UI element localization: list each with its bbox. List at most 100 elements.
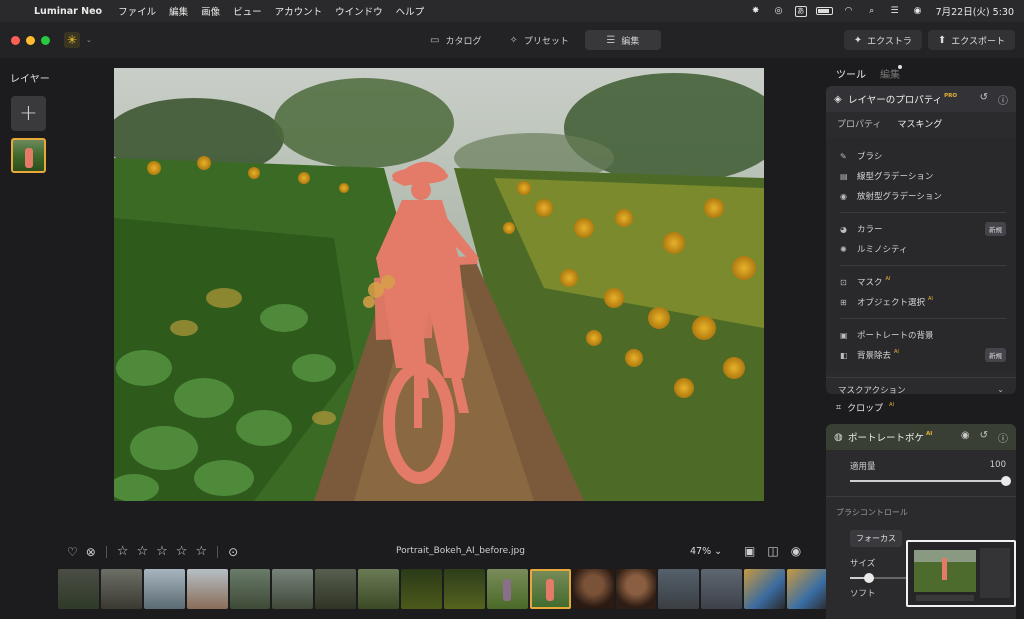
input-method-icon[interactable]: あ [794,5,807,17]
mask-portrait-background[interactable]: ▣ ポートレートの背景 [840,325,1006,345]
mask-object-label: オブジェクト選択 [857,298,926,308]
portrait-bokeh-title: ポートレートボケ [848,433,925,444]
rating-star-1-icon[interactable]: ☆ [117,544,129,559]
portrait-bokeh-header[interactable]: ◍ ポートレートボケ AI ◉ ↺ ⓘ [826,424,1016,450]
eye-preview-icon[interactable]: ◉ [791,544,801,558]
tab-presets[interactable]: ✧ プリセット [497,30,580,50]
mask-linear-gradient[interactable]: ▤ 線型グラデーション [840,166,1006,186]
chevron-down-icon[interactable]: ⌄ [86,36,92,44]
layer-properties-title: レイヤーのプロパティ [848,95,943,106]
mask-brush[interactable]: ✎ ブラシ [840,146,1006,166]
info-icon[interactable]: ⓘ [998,92,1008,107]
rating-star-2-icon[interactable]: ☆ [136,544,148,559]
crop-tool[interactable]: ⌗ クロップ AI [836,401,894,415]
crop-label: クロップ [847,404,884,414]
film-thumbnail[interactable] [58,569,99,609]
undo-icon[interactable]: ↺ [980,92,988,107]
luminar-logo-icon[interactable]: ✳ [64,32,80,48]
more-options-icon[interactable]: ⊙ [228,545,238,559]
menu-file[interactable]: ファイル [118,4,156,18]
film-thumbnail[interactable] [744,569,786,609]
rating-star-5-icon[interactable]: ☆ [195,544,207,559]
mask-radial-gradient[interactable]: ◉ 放射型グラデーション [840,186,1006,206]
mask-ai-mask[interactable]: ⊡ マスク AI [840,272,1006,292]
subtab-masking[interactable]: マスキング [897,117,942,130]
extras-button[interactable]: ✦ エクストラ [843,30,922,50]
luminar-status-icon[interactable]: ✸ [749,5,763,17]
mask-luminosity[interactable]: ✺ ルミノシティ [840,239,1006,259]
film-thumbnail[interactable] [572,569,614,609]
zoom-window-button[interactable] [41,35,50,45]
film-thumbnail[interactable] [615,569,657,609]
menu-app-name[interactable]: Luminar Neo [34,6,102,17]
filmstrip [58,569,829,611]
size-slider-knob[interactable] [863,573,874,583]
minimize-window-button[interactable] [26,35,35,45]
siri-icon[interactable]: ◉ [911,5,925,17]
tab-edits[interactable]: 編集 [880,66,900,81]
film-thumbnail[interactable] [401,569,443,609]
menu-edit[interactable]: 編集 [169,4,188,18]
amount-label: 適用量 [850,462,876,472]
rating-star-3-icon[interactable]: ☆ [156,544,168,559]
film-thumbnail[interactable] [358,569,400,609]
film-thumbnail[interactable] [315,569,357,609]
zoom-dropdown[interactable]: 47% ⌄ [690,546,722,557]
heart-icon[interactable]: ♡ [67,545,78,559]
spotlight-icon[interactable]: ⌕ [865,5,879,17]
tab-edit[interactable]: ☰ 編集 [584,30,661,50]
window-toolbar: ✳ ⌄ ▭ カタログ ✧ プリセット ☰ 編集 ✦ エクストラ ⬆ エクスポート [0,22,1024,58]
subtab-properties[interactable]: プロパティ [837,117,881,130]
close-window-button[interactable] [11,35,20,45]
film-thumbnail[interactable] [486,569,528,609]
creative-cloud-icon[interactable]: ◎ [772,5,786,17]
film-thumbnail-active[interactable] [529,569,571,609]
focus-brush-button[interactable]: フォーカス [850,530,902,547]
mask-radial-label: 放射型グラデーション [857,192,942,202]
menu-image[interactable]: 画像 [201,4,220,18]
layer-properties-header[interactable]: ◈ レイヤーのプロパティ PRO ↺ ⓘ [826,86,1016,112]
amount-slider-knob[interactable] [1001,476,1011,486]
film-thumbnail[interactable] [186,569,228,609]
rating-star-4-icon[interactable]: ☆ [176,544,188,559]
reject-icon[interactable]: ⊗ [86,545,96,559]
film-thumbnail[interactable] [701,569,743,609]
layer-thumbnail[interactable] [11,138,46,173]
chevron-down-icon: ⌄ [997,385,1004,394]
film-thumbnail[interactable] [272,569,314,609]
info-icon[interactable]: ⓘ [998,430,1008,445]
visibility-eye-icon[interactable]: ◉ [961,430,970,445]
film-thumbnail[interactable] [787,569,829,609]
pro-badge: PRO [944,93,958,99]
screenshot-preview-thumbnail[interactable] [906,540,1016,607]
main-photo-canvas[interactable] [114,68,764,501]
battery-icon[interactable] [815,7,833,15]
filmstrip-toggle-icon[interactable]: ▣ [744,544,755,558]
tab-tools[interactable]: ツール [836,66,866,81]
size-slider[interactable] [850,573,912,583]
mask-background-removal[interactable]: ◧ 背景除去 AI 新規 [840,345,1006,365]
mask-actions-dropdown[interactable]: マスクアクション ⌄ [826,377,1016,401]
menubar-clock[interactable]: 7月22日(火) 5:30 [936,4,1014,18]
tab-catalog[interactable]: ▭ カタログ [418,30,493,50]
menu-view[interactable]: ビュー [233,4,262,18]
film-thumbnail[interactable] [100,569,142,609]
film-thumbnail[interactable] [143,569,185,609]
wifi-icon[interactable]: ◠ [842,5,856,17]
compare-icon[interactable]: ◫ [767,544,778,558]
export-button[interactable]: ⬆ エクスポート [927,30,1015,50]
mask-object-select[interactable]: ⊞ オブジェクト選択 AI [840,292,1006,312]
menu-window[interactable]: ウインドウ [335,4,383,18]
amount-slider[interactable] [850,476,1011,486]
menu-help[interactable]: ヘルプ [396,4,425,18]
menu-account[interactable]: アカウント [275,4,323,18]
control-center-icon[interactable]: ☰ [888,5,902,17]
film-thumbnail[interactable] [658,569,700,609]
layers-stack-icon: ◈ [834,93,842,105]
undo-icon[interactable]: ↺ [980,430,988,445]
mask-color[interactable]: ◕ カラー 新規 [840,219,1006,239]
film-thumbnail[interactable] [229,569,271,609]
mask-portrait-bg-label: ポートレートの背景 [857,331,934,341]
film-thumbnail[interactable] [444,569,485,609]
add-layer-button[interactable]: + [11,96,46,131]
